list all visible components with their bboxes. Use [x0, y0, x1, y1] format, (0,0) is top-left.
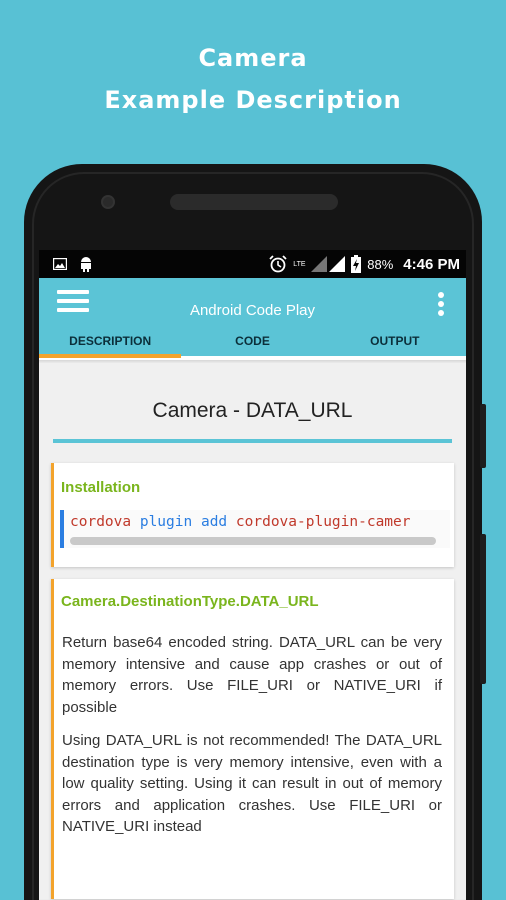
description-paragraph: Using DATA_URL is not recommended! The D…: [62, 732, 442, 835]
tab-output[interactable]: OUTPUT: [324, 330, 466, 356]
page-title: Camera - DATA_URL: [152, 399, 353, 422]
overflow-menu-icon[interactable]: [438, 292, 446, 320]
code-token: plugin: [139, 514, 193, 530]
code-token: cordova: [70, 514, 132, 530]
alarm-icon: [269, 255, 287, 273]
app-title: Android Code Play: [189, 302, 316, 319]
promo-title-line2: Example Description: [104, 86, 402, 114]
battery-percent: 88%: [367, 256, 394, 272]
front-camera-icon: [101, 195, 115, 209]
description-paragraph: Return base64 encoded string. DATA_URL c…: [62, 634, 442, 716]
code-token: cordova-plugin-camer: [235, 514, 411, 530]
code-horizontal-scrollbar[interactable]: [70, 537, 436, 545]
install-code-block[interactable]: cordova plugin add cordova-plugin-camer: [60, 510, 450, 548]
signal-icon: [311, 256, 346, 272]
speaker-grille: [170, 194, 338, 210]
installation-card: Installation cordova plugin add cordova-…: [51, 463, 454, 567]
destination-type-card: Camera.DestinationType.DATA_URL Return b…: [51, 579, 454, 899]
volume-button: [480, 534, 486, 684]
status-bar: LTE 88% 4:46 PM: [39, 250, 466, 278]
tab-bar: DESCRIPTION CODE OUTPUT: [39, 330, 466, 358]
promo-title-line1: Camera: [198, 44, 308, 72]
tab-code[interactable]: CODE: [181, 330, 323, 356]
clock: 4:46 PM: [403, 255, 460, 273]
installation-heading: Installation: [61, 479, 141, 496]
battery-charging-icon: [351, 255, 362, 273]
title-divider: [53, 439, 452, 443]
phone-screen: LTE 88% 4:46 PM Android Code Play DESCRI…: [39, 250, 466, 900]
power-button: [480, 404, 486, 468]
android-icon: [81, 257, 91, 272]
code-token: add: [200, 514, 228, 530]
tab-description[interactable]: DESCRIPTION: [39, 330, 182, 358]
lte-icon: LTE: [293, 260, 306, 268]
description-content[interactable]: Camera - DATA_URL Installation cordova p…: [39, 363, 466, 899]
image-icon: [53, 258, 67, 270]
destination-type-heading: Camera.DestinationType.DATA_URL: [61, 593, 319, 610]
